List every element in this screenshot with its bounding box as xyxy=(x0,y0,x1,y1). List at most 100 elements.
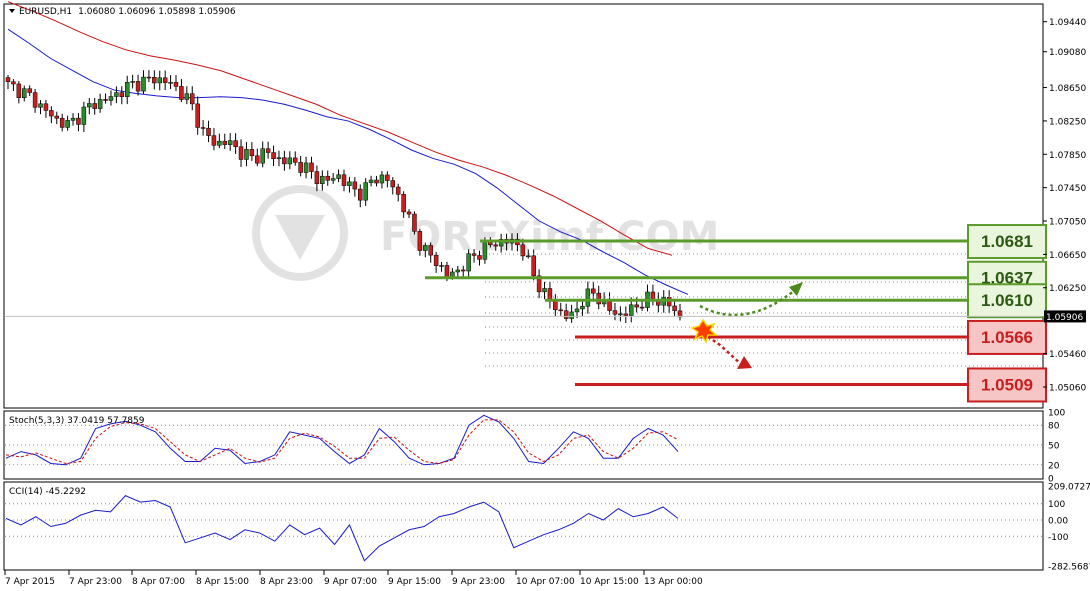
price-tick-label: 1.08650 xyxy=(1049,84,1086,94)
bear-candle-body xyxy=(173,82,179,87)
bear-candle-body xyxy=(672,305,677,312)
bear-candle-body xyxy=(119,92,125,98)
stoch-panel xyxy=(3,410,1044,480)
bear-candle-body xyxy=(444,265,450,278)
bull-candle-body xyxy=(276,157,282,160)
time-tick-label: 13 Apr 00:00 xyxy=(644,577,703,587)
bull-candle-body xyxy=(455,269,461,273)
bear-candle-body xyxy=(352,181,358,190)
price-tick-label: 1.05060 xyxy=(1049,383,1086,393)
time-tick-label: 8 Apr 07:00 xyxy=(132,577,185,587)
price-tick-label: 1.09080 xyxy=(1049,48,1086,58)
bear-candle-body xyxy=(374,179,379,184)
price-tick-label: 1.05460 xyxy=(1049,350,1086,360)
bear-candle-body xyxy=(298,162,303,173)
bear-candle-body xyxy=(390,180,396,188)
cci-tick-label: -100 xyxy=(1048,533,1069,543)
bull-candle-body xyxy=(141,76,146,92)
bull-candle-body xyxy=(97,99,103,109)
bear-candle-body xyxy=(76,117,81,125)
bear-candle-body xyxy=(385,174,390,181)
bull-candle-body xyxy=(379,174,385,184)
bear-candle-body xyxy=(292,157,298,163)
bull-candle-body xyxy=(217,140,222,146)
bull-candle-body xyxy=(585,288,591,307)
bear-candle-body xyxy=(531,255,536,277)
bear-candle-body xyxy=(200,127,206,129)
bear-candle-body xyxy=(553,300,558,311)
bear-candle-body xyxy=(493,244,498,247)
price-tick-label: 1.06650 xyxy=(1049,251,1086,261)
stoch-tick-label: 50 xyxy=(1048,442,1060,452)
bear-candle-body xyxy=(190,93,195,105)
bull-candle-body xyxy=(130,81,135,83)
bear-candle-body xyxy=(325,175,330,181)
bear-candle-body xyxy=(206,127,211,136)
price-tick-label: 1.08250 xyxy=(1049,117,1086,127)
bull-candle-body xyxy=(287,157,293,165)
time-tick-label: 8 Apr 15:00 xyxy=(196,577,249,587)
bear-candle-body xyxy=(135,81,141,92)
main-panel xyxy=(3,3,1044,409)
bull-candle-body xyxy=(482,241,488,260)
bear-candle-body xyxy=(255,155,260,164)
bear-candle-body xyxy=(471,253,477,256)
bull-candle-body xyxy=(168,82,173,84)
time-tick-label: 9 Apr 15:00 xyxy=(388,577,441,587)
bull-candle-body xyxy=(542,288,547,293)
time-tick-label: 9 Apr 23:00 xyxy=(452,577,505,587)
bull-candle-body xyxy=(347,181,352,186)
bull-candle-body xyxy=(184,93,190,100)
chart-canvas: FOREXimf.COM 1.06811.06371.06101.05661.0… xyxy=(0,0,1090,591)
bull-candle-body xyxy=(618,313,623,316)
bear-candle-body xyxy=(634,304,639,308)
candle xyxy=(412,211,417,235)
bear-candle-body xyxy=(152,76,157,84)
stoch-tick-label: 100 xyxy=(1048,409,1065,419)
bear-candle-body xyxy=(488,241,493,246)
bear-candle-body xyxy=(428,245,433,256)
bear-candle-body xyxy=(43,103,49,111)
bear-candle-body xyxy=(650,291,656,300)
bear-candle-body xyxy=(596,292,601,305)
cci-tick-label: 0.00 xyxy=(1048,517,1068,527)
bull-candle-body xyxy=(423,245,428,251)
bear-candle-body xyxy=(558,309,564,312)
cci-tick-label: -282.5687 xyxy=(1048,563,1090,573)
bear-candle-body xyxy=(103,99,108,101)
cci-panel xyxy=(3,481,1044,571)
bear-candle-body xyxy=(639,306,645,309)
bear-candle-body xyxy=(54,115,60,119)
bull-candle-body xyxy=(574,308,580,313)
main-title: EURUSD,H1 xyxy=(19,7,72,17)
bull-candle-body xyxy=(22,88,27,98)
level-label-1-0566: 1.0566 xyxy=(981,328,1033,347)
ohlc-header: 1.06080 1.06096 1.05898 1.05906 xyxy=(78,7,236,17)
bear-candle-body xyxy=(265,148,271,153)
bear-candle-body xyxy=(612,310,618,315)
bull-candle-body xyxy=(114,92,119,97)
bear-candle-body xyxy=(282,157,287,165)
bear-candle-body xyxy=(146,76,152,79)
bull-candle-body xyxy=(260,148,265,164)
bear-candle-body xyxy=(179,86,184,100)
time-tick-label: 7 Apr 23:00 xyxy=(69,577,122,587)
bull-candle-body xyxy=(439,265,444,267)
price-tick-label: 1.07450 xyxy=(1049,184,1086,194)
bear-candle-body xyxy=(11,81,16,85)
svg-text:EURUSD,H11.06080 1.06096 1.058: EURUSD,H1 1.06080 1.06096 1.05898 1.05906 xyxy=(19,7,236,17)
bear-candle-body xyxy=(314,171,320,184)
time-tick-label: 9 Apr 07:00 xyxy=(324,577,377,587)
bull-candle-body xyxy=(108,96,114,101)
bear-candle-body xyxy=(417,231,423,251)
bear-candle-body xyxy=(211,135,217,146)
bear-candle-body xyxy=(16,83,22,98)
bear-candle-body xyxy=(460,269,466,272)
bear-candle-body xyxy=(32,92,38,108)
bear-candle-body xyxy=(222,140,228,145)
bear-candle-body xyxy=(162,77,168,83)
bear-candle-body xyxy=(406,211,412,215)
bear-candle-body xyxy=(395,186,401,195)
bull-candle-body xyxy=(330,178,336,181)
bear-candle-body xyxy=(27,88,32,93)
